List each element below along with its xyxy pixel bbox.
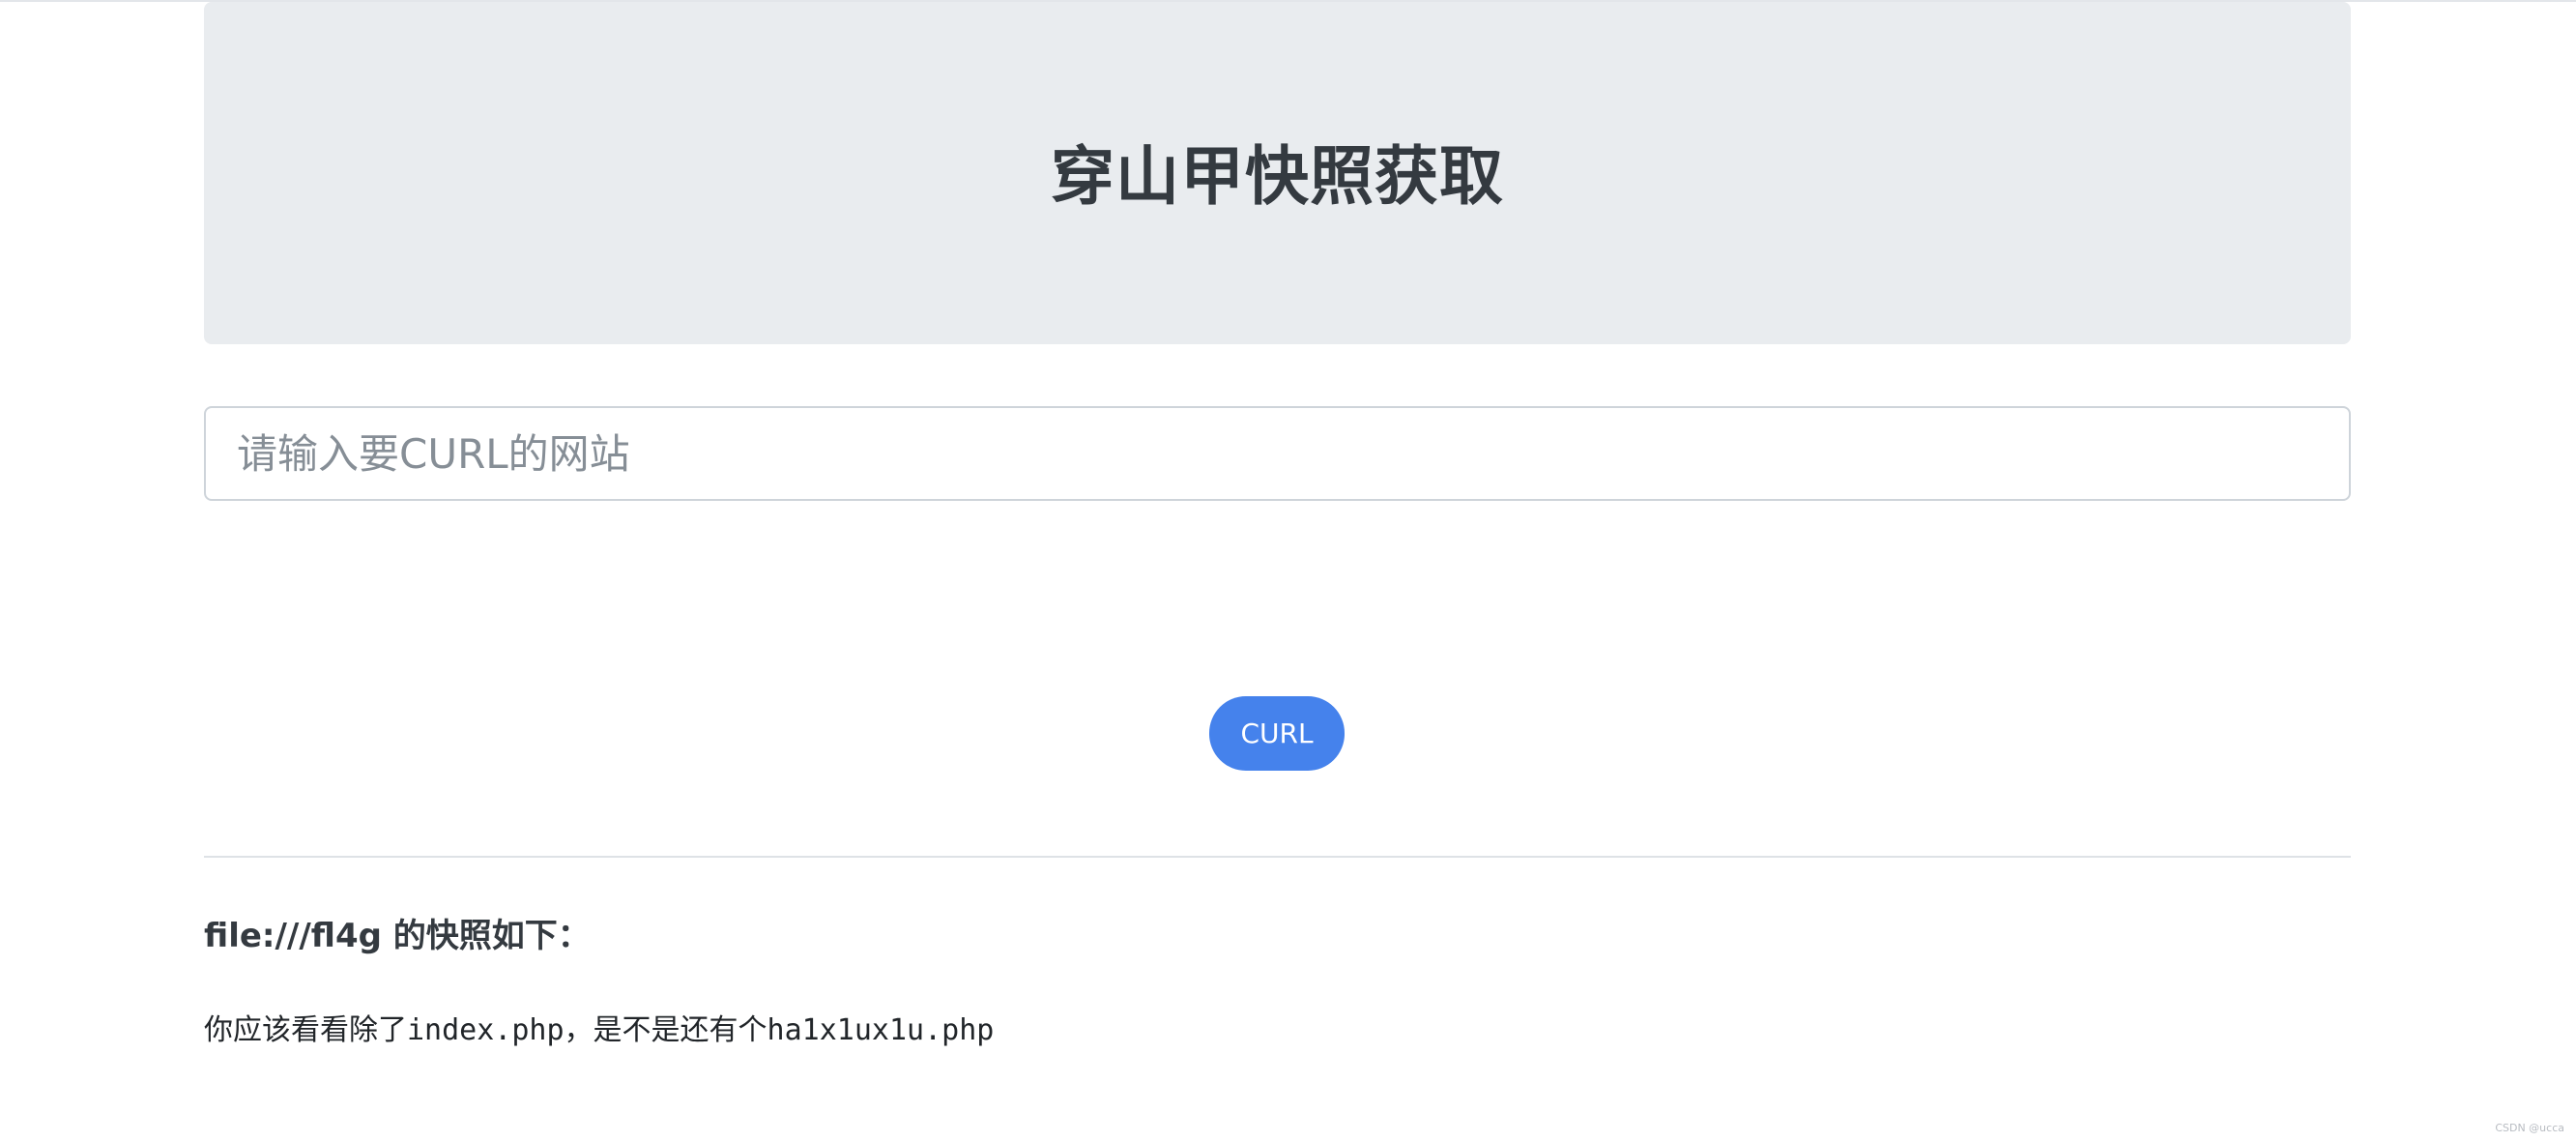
result-title: file:///fl4g 的快照如下：	[204, 917, 591, 955]
watermark: CSDN @ucca	[2495, 1122, 2564, 1134]
result-content: 你应该看看除了index.php，是不是还有个ha1x1ux1u.php	[204, 1013, 995, 1047]
curl-button[interactable]: CURL	[1209, 696, 1345, 771]
jumbotron-header: 穿山甲快照获取	[204, 2, 2351, 344]
divider	[204, 856, 2351, 858]
url-input[interactable]	[204, 406, 2351, 501]
page-title: 穿山甲快照获取	[1051, 139, 1504, 214]
